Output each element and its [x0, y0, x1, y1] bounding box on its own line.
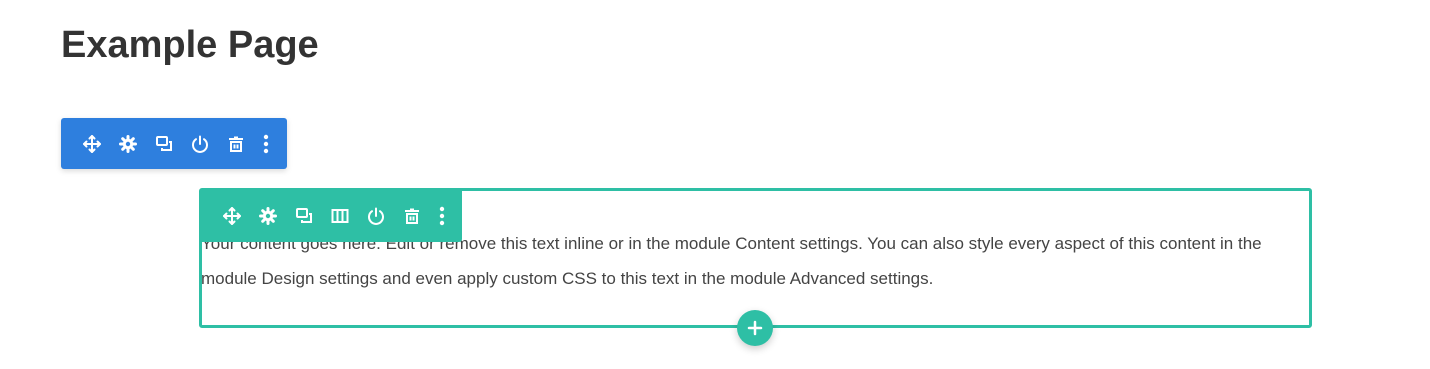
move-icon: [83, 134, 101, 153]
row-disable-button[interactable]: [364, 204, 388, 228]
power-icon: [368, 207, 384, 225]
section-move-button[interactable]: [80, 132, 104, 156]
gear-icon: [259, 207, 277, 225]
power-icon: [192, 135, 208, 153]
section-delete-button[interactable]: [224, 132, 248, 156]
columns-icon: [331, 209, 349, 223]
section-settings-button[interactable]: [116, 132, 140, 156]
row-move-button[interactable]: [220, 204, 244, 228]
trash-icon: [405, 208, 419, 224]
section-more-button[interactable]: [260, 132, 272, 156]
move-icon: [223, 207, 241, 225]
duplicate-icon: [156, 135, 172, 151]
row-delete-button[interactable]: [400, 204, 424, 228]
section-duplicate-button[interactable]: [152, 132, 176, 156]
section-toolbar: [61, 118, 287, 169]
add-module-button[interactable]: [737, 310, 773, 346]
row-toolbar: [200, 190, 462, 242]
trash-icon: [229, 136, 243, 152]
page-title: Example Page: [61, 24, 319, 66]
row-duplicate-button[interactable]: [292, 204, 316, 228]
section-disable-button[interactable]: [188, 132, 212, 156]
row-more-button[interactable]: [436, 204, 448, 228]
duplicate-icon: [296, 208, 312, 223]
more-vertical-icon: [263, 134, 269, 153]
gear-icon: [119, 134, 137, 153]
row-columns-button[interactable]: [328, 204, 352, 228]
plus-icon: [747, 320, 763, 336]
more-vertical-icon: [439, 206, 445, 226]
row-settings-button[interactable]: [256, 204, 280, 228]
